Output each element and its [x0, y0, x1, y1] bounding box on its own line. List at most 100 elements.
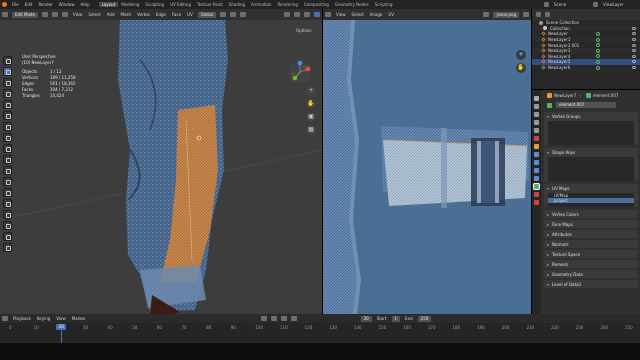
- menu-edit[interactable]: Edit: [22, 2, 36, 7]
- menu-keying[interactable]: Keying: [34, 316, 53, 321]
- orientation-selector[interactable]: Global: [197, 11, 217, 18]
- constraints-tab-icon[interactable]: [534, 176, 539, 181]
- cursor-tool-icon[interactable]: [3, 67, 12, 76]
- visibility-eye-icon[interactable]: [632, 38, 636, 42]
- shear-tool-icon[interactable]: [3, 232, 12, 241]
- section-face-maps[interactable]: Face Maps: [544, 220, 638, 228]
- edge-select-icon[interactable]: [51, 12, 58, 17]
- bevel-tool-icon[interactable]: [3, 166, 12, 175]
- visibility-eye-icon[interactable]: [632, 49, 636, 53]
- uv-editor-type-icon[interactable]: [325, 12, 331, 17]
- loop-cut-tool-icon[interactable]: [3, 177, 12, 186]
- modifier-tab-icon[interactable]: [534, 152, 539, 157]
- filter-icon[interactable]: [545, 12, 550, 17]
- uv-texture-canvas[interactable]: [323, 20, 531, 314]
- uv-map-item-selected[interactable]: project: [548, 198, 634, 203]
- workspace-tab-modeling[interactable]: Modeling: [118, 2, 142, 7]
- menu-edge[interactable]: Edge: [153, 12, 169, 17]
- xray-icon[interactable]: [294, 12, 300, 17]
- outliner-row[interactable]: NewLayer6: [532, 65, 640, 71]
- measure-tool-icon[interactable]: [3, 133, 12, 142]
- scale-tool-icon[interactable]: [3, 100, 12, 109]
- uv-zoom-icon[interactable]: +: [516, 50, 526, 60]
- face-select-icon[interactable]: [61, 12, 68, 17]
- menu-marker[interactable]: Marker: [69, 316, 89, 321]
- render-tab-icon[interactable]: [534, 104, 539, 109]
- vertex-groups-list[interactable]: [548, 121, 634, 145]
- workspace-tab-compositing[interactable]: Compositing: [301, 2, 332, 7]
- section-uv-maps[interactable]: UV Maps UVMap project: [544, 184, 638, 207]
- section-vertex-colors[interactable]: Vertex Colors: [544, 210, 638, 218]
- viewport-options-button[interactable]: Options: [296, 28, 311, 33]
- menu-select[interactable]: Select: [85, 12, 103, 17]
- object-tab-icon[interactable]: [534, 144, 539, 149]
- play-icon[interactable]: [280, 316, 287, 321]
- menu-mesh[interactable]: Mesh: [118, 12, 135, 17]
- rip-tool-icon[interactable]: [3, 243, 12, 252]
- tool-tab-icon[interactable]: [534, 96, 539, 101]
- timeline-area[interactable]: 0102030405060708090100110120130140150160…: [0, 323, 640, 343]
- jump-end-icon[interactable]: [290, 316, 297, 321]
- visibility-eye-icon[interactable]: [632, 60, 636, 64]
- uv-menu-select[interactable]: Select: [349, 12, 367, 17]
- grid-view-icon[interactable]: ▦: [306, 125, 316, 135]
- annotate-tool-icon[interactable]: [3, 122, 12, 131]
- jump-start-icon[interactable]: [260, 316, 267, 321]
- material-tab-icon[interactable]: [534, 192, 539, 197]
- pan-hand-icon[interactable]: ✋: [306, 99, 316, 109]
- workspace-tab-shading[interactable]: Shading: [226, 2, 248, 7]
- menu-view-timeline[interactable]: View: [53, 316, 69, 321]
- transform-tool-icon[interactable]: [3, 111, 12, 120]
- uv-menu-view[interactable]: View: [333, 12, 349, 17]
- workspace-tab-scripting[interactable]: Scripting: [372, 2, 396, 7]
- visibility-eye-icon[interactable]: [632, 66, 636, 70]
- rotate-tool-icon[interactable]: [3, 89, 12, 98]
- navigation-gizmo-icon[interactable]: [288, 60, 312, 84]
- menu-render[interactable]: Render: [35, 2, 55, 7]
- blender-logo-icon[interactable]: [2, 2, 7, 7]
- editor-type-icon[interactable]: [2, 12, 8, 17]
- particles-tab-icon[interactable]: [534, 160, 539, 165]
- workspace-tab-sculpting[interactable]: Sculpting: [142, 2, 167, 7]
- select-tool-icon[interactable]: [3, 56, 12, 65]
- proportional-edit-icon[interactable]: [240, 12, 247, 17]
- smooth-tool-icon[interactable]: [3, 221, 12, 230]
- section-geometry-data[interactable]: Geometry Data: [544, 270, 638, 278]
- menu-help[interactable]: Help: [77, 2, 92, 7]
- play-reverse-icon[interactable]: [270, 316, 277, 321]
- poly-build-tool-icon[interactable]: [3, 199, 12, 208]
- end-frame-field[interactable]: 250: [417, 315, 432, 322]
- move-tool-icon[interactable]: [3, 78, 12, 87]
- overlay-icon[interactable]: [284, 12, 290, 17]
- visibility-eye-icon[interactable]: [632, 32, 636, 36]
- spin-tool-icon[interactable]: [3, 210, 12, 219]
- output-tab-icon[interactable]: [534, 112, 539, 117]
- uv-editor-view[interactable]: + ✋: [323, 20, 531, 314]
- menu-face[interactable]: Face: [169, 12, 184, 17]
- workspace-tab-animation[interactable]: Animation: [248, 2, 274, 7]
- uv-menu-image[interactable]: Image: [367, 12, 386, 17]
- section-attributes[interactable]: Attributes: [544, 230, 638, 238]
- image-selector[interactable]: jeans.png: [493, 11, 519, 18]
- inset-tool-icon[interactable]: [3, 155, 12, 164]
- workspace-tab-texture-paint[interactable]: Texture Paint: [194, 2, 226, 7]
- section-vertex-groups[interactable]: Vertex Groups: [544, 112, 638, 145]
- view-layer-selector[interactable]: ViewLayer: [600, 2, 640, 7]
- close-icon[interactable]: [523, 12, 529, 17]
- section-shape-keys[interactable]: Shape Keys: [544, 148, 638, 181]
- uv-maps-list[interactable]: UVMap project: [548, 193, 634, 207]
- world-tab-icon[interactable]: [534, 136, 539, 141]
- vertex-select-icon[interactable]: [41, 12, 48, 17]
- extrude-tool-icon[interactable]: [3, 144, 12, 153]
- workspace-tab-geometry-nodes[interactable]: Geometry Nodes: [332, 2, 372, 7]
- knife-tool-icon[interactable]: [3, 188, 12, 197]
- pivot-icon[interactable]: [220, 12, 227, 17]
- 3d-viewport[interactable]: User Perspective (10) NewLayer7 Objects 1…: [0, 20, 322, 314]
- workspace-tab-layout[interactable]: Layout: [98, 2, 119, 7]
- mesh-data-tab-icon[interactable]: [533, 183, 540, 190]
- uv-pan-hand-icon[interactable]: ✋: [516, 63, 526, 73]
- section-remesh[interactable]: Remesh: [544, 260, 638, 268]
- section-texture-space[interactable]: Texture Space: [544, 250, 638, 258]
- shading-material-icon[interactable]: [314, 12, 320, 17]
- scene-selector[interactable]: Scene: [551, 2, 591, 7]
